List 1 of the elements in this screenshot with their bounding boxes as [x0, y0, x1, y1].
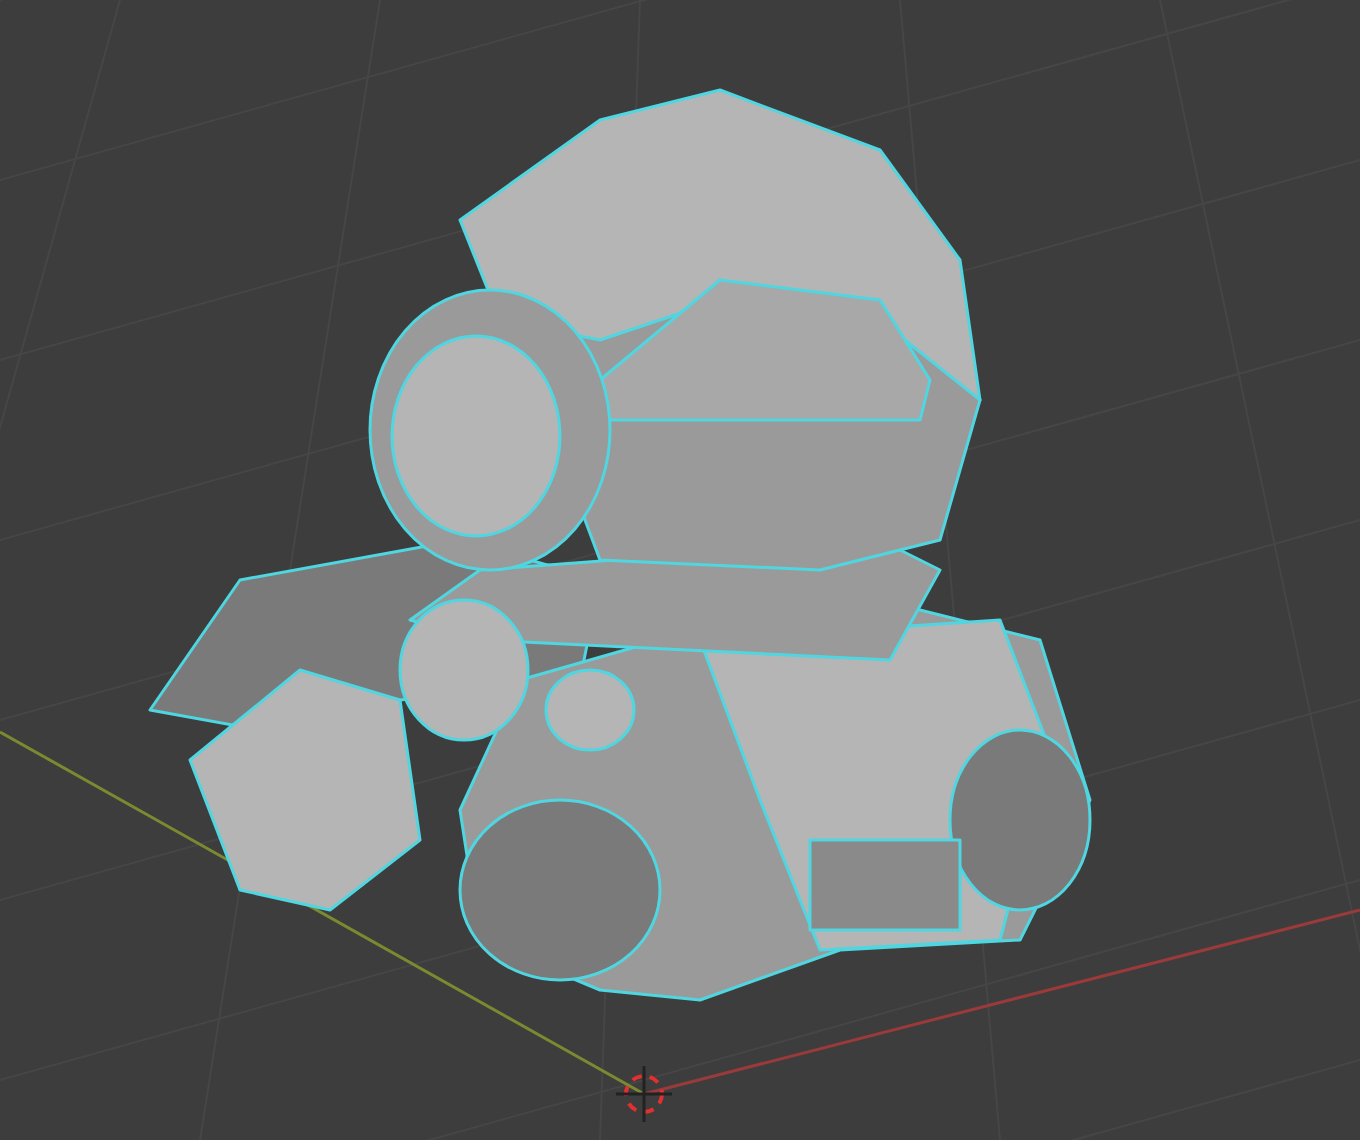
3d-cursor-icon: [616, 1066, 672, 1122]
